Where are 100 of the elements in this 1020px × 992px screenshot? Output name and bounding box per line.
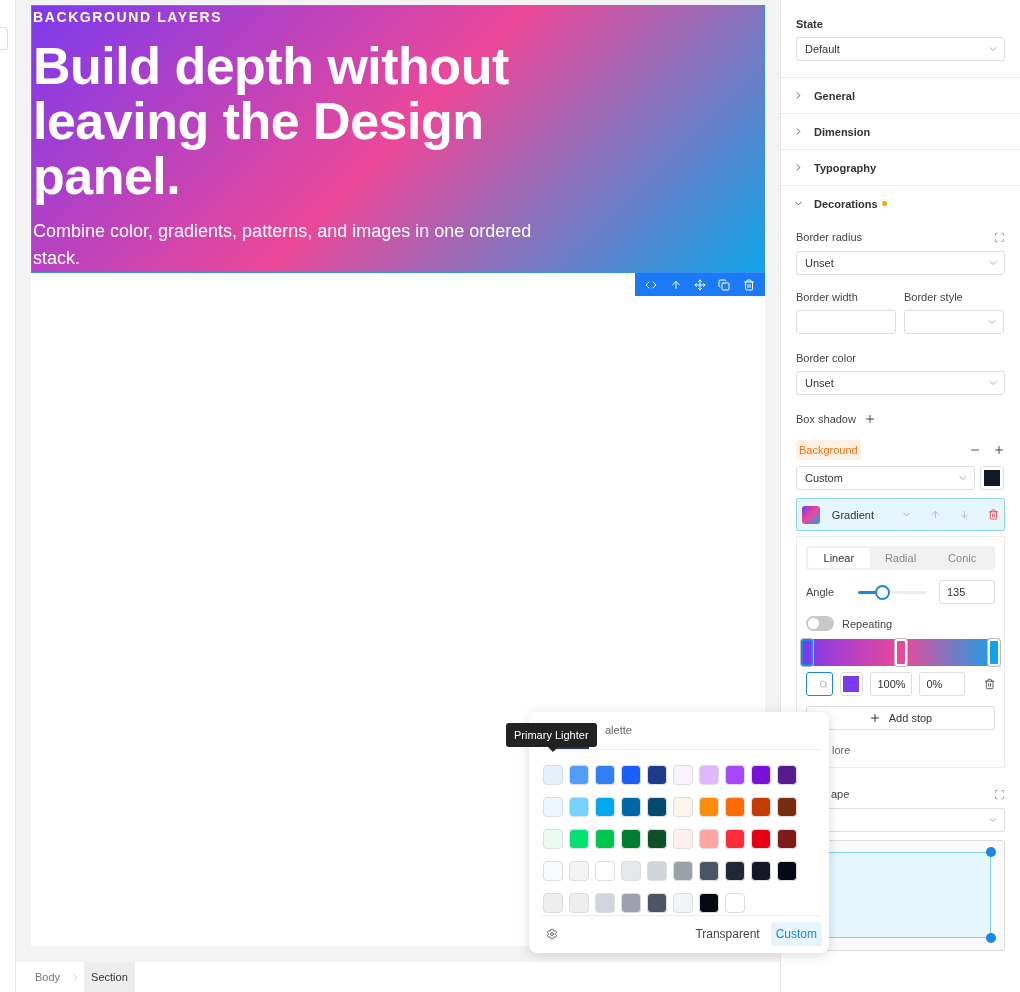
color-swatch[interactable] [647,861,667,881]
position-input[interactable]: 0% [918,672,965,696]
section-header[interactable]: General [781,77,1020,113]
angle-input[interactable]: 135 [939,580,995,604]
color-swatch[interactable] [673,829,693,849]
color-swatch[interactable] [647,893,667,913]
eyebrow-text: BACKGROUND LAYERS [33,9,224,25]
color-swatch[interactable] [621,765,641,785]
color-swatch[interactable] [647,797,667,817]
arrow-down-icon[interactable] [959,509,971,520]
background-label: Background [796,440,861,460]
section-title[interactable]: Decorations [814,197,878,210]
color-swatch[interactable] [569,861,589,881]
color-swatch[interactable] [595,893,615,913]
popover-tab[interactable]: alette [605,719,641,749]
color-swatch[interactable] [595,861,615,881]
color-swatch[interactable] [543,861,563,881]
color-swatch[interactable] [699,797,719,817]
color-swatch[interactable] [621,829,641,849]
color-swatch[interactable] [673,893,693,913]
background-type-select[interactable]: Custom [796,466,975,490]
color-swatch[interactable] [621,797,641,817]
gradient-type-tab[interactable]: Linear [808,548,870,568]
color-swatch[interactable] [647,765,667,785]
color-swatch[interactable] [543,797,563,817]
corner-handle[interactable] [986,933,996,943]
arrow-up-icon[interactable] [669,278,682,291]
section-title[interactable]: General [814,89,855,102]
move-icon[interactable] [693,278,706,291]
state-label: State [796,18,824,30]
color-swatch[interactable] [543,829,563,849]
border-width-input[interactable] [796,310,896,334]
color-swatch[interactable] [621,861,641,881]
trash-icon[interactable] [988,509,999,520]
copy-icon[interactable] [718,278,731,291]
section-header[interactable]: Dimension [781,113,1020,149]
color-swatch[interactable] [569,893,589,913]
section-header[interactable]: Typography [781,149,1020,185]
color-swatch[interactable] [569,765,589,785]
corner-handle[interactable] [986,847,996,857]
color-swatch[interactable] [725,765,745,785]
arrow-up-icon[interactable] [930,509,942,520]
color-swatch[interactable] [621,893,641,913]
color-swatch[interactable] [673,765,693,785]
corners-icon[interactable] [994,788,1005,800]
repeating-toggle[interactable] [806,616,834,631]
color-swatch[interactable] [725,829,745,849]
color-swatch[interactable] [569,829,589,849]
trash-icon[interactable] [983,678,995,690]
breadcrumb-item[interactable]: Section [84,962,135,992]
section-header[interactable]: Decorations [781,185,1020,221]
color-swatch[interactable] [673,797,693,817]
state-select[interactable]: Default [796,37,1005,61]
border-radius-select[interactable]: Unset [796,251,1005,275]
color-swatch[interactable] [751,797,771,817]
color-swatch[interactable] [699,829,719,849]
add-stop-button[interactable]: Add stop [806,706,995,730]
color-swatch[interactable] [777,829,797,849]
breadcrumb-item[interactable]: Body [28,962,68,992]
color-swatch[interactable] [751,765,771,785]
opacity-input[interactable]: 100% [869,672,912,696]
gradient-bar[interactable] [801,639,1000,666]
slider-thumb[interactable] [874,584,890,600]
angle-label: Angle [806,586,836,598]
color-swatch[interactable] [595,765,615,785]
color-swatch[interactable] [543,893,563,913]
color-swatch[interactable] [673,861,693,881]
color-swatch[interactable] [725,861,745,881]
corners-icon[interactable] [994,231,1005,243]
text-field[interactable] [0,27,8,50]
transparent-button[interactable]: Transparent [690,922,765,946]
color-swatch[interactable] [569,797,589,817]
color-swatch[interactable] [595,797,615,817]
trash-icon[interactable] [742,278,755,291]
settings-icon[interactable] [546,928,558,940]
border-color-select[interactable]: Unset [796,371,1005,395]
color-swatch[interactable] [777,765,797,785]
color-swatch[interactable] [751,861,771,881]
eyedropper-field[interactable] [806,672,833,696]
color-swatch[interactable] [595,829,615,849]
toggle-label: Repeating [842,617,893,630]
color-swatch[interactable] [725,797,745,817]
section-title[interactable]: Dimension [814,125,871,138]
color-swatch[interactable] [647,829,667,849]
color-swatch[interactable] [699,893,719,913]
stop-handle[interactable] [801,639,813,666]
gradient-layer[interactable]: Gradient [796,498,1005,531]
border-style-select[interactable] [904,310,1004,334]
color-swatch[interactable] [725,893,745,913]
plus-icon[interactable] [863,413,876,425]
tooltip-arrow [548,747,558,752]
color-swatch[interactable] [699,861,719,881]
section-title[interactable]: Typography [814,161,877,174]
color-swatch[interactable] [777,797,797,817]
color-swatch[interactable] [751,829,771,849]
color-swatch[interactable] [777,861,797,881]
plus-icon[interactable] [993,444,1005,456]
color-swatch[interactable] [699,765,719,785]
more-link[interactable]: lore [832,744,851,756]
color-swatch[interactable] [543,765,563,785]
